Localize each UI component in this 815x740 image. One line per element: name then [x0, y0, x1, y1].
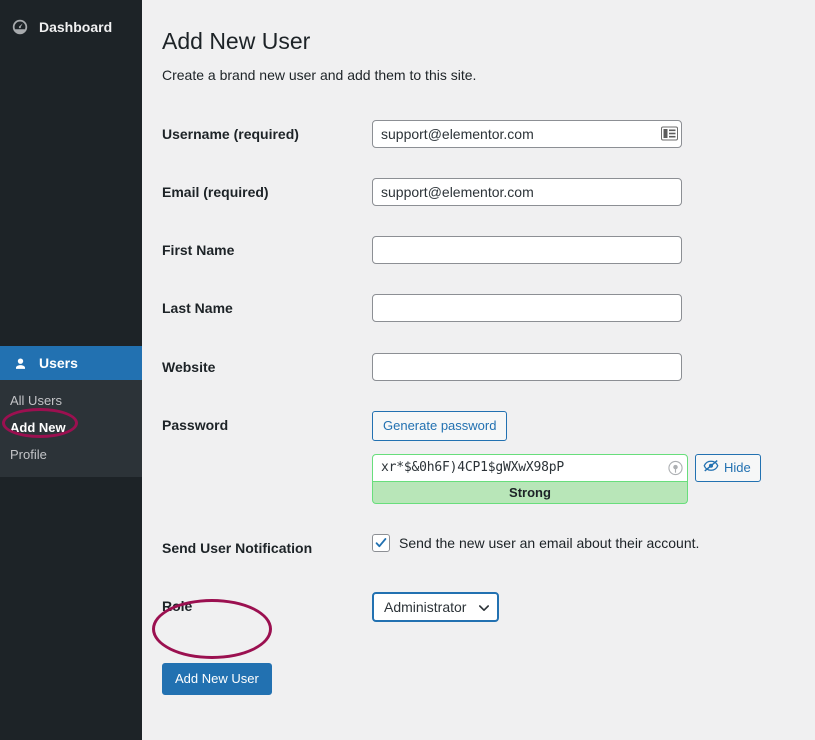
send-notification-checkbox[interactable]	[372, 533, 390, 552]
role-select[interactable]: Administrator	[372, 591, 499, 622]
sidebar-item-dashboard[interactable]: Dashboard	[0, 12, 142, 42]
admin-sidebar: Dashboard Users All Users Add New Profil…	[0, 0, 142, 740]
submenu-item-add-new[interactable]: Add New	[0, 414, 142, 441]
sidebar-item-users-label: Users	[39, 355, 78, 371]
role-label: Role	[162, 597, 193, 614]
password-label: Password	[162, 416, 229, 433]
form-row-password: Password Generate password xr*$&0h6F)4CP…	[162, 396, 795, 519]
form-row-last-name: Last Name	[162, 279, 795, 337]
password-strength-meter: Strong	[372, 481, 688, 504]
form-row-website: Website	[162, 338, 795, 396]
add-new-user-button[interactable]: Add New User	[162, 662, 272, 695]
password-field-group: Strong	[372, 453, 688, 504]
notification-label: Send User Notification	[162, 539, 313, 556]
hide-password-button[interactable]: Hide	[695, 453, 761, 482]
username-label: Username (required)	[162, 125, 299, 142]
users-icon	[10, 353, 30, 373]
submenu-item-profile[interactable]: Profile	[0, 441, 142, 468]
last-name-label: Last Name	[162, 300, 233, 317]
password-input[interactable]	[372, 453, 688, 482]
username-input[interactable]	[372, 119, 682, 148]
sidebar-item-dashboard-label: Dashboard	[39, 19, 113, 35]
page-title: Add New User	[162, 28, 311, 54]
add-user-form: Username (required) support@elementor.co…	[162, 105, 795, 637]
submit-area: Add New User	[162, 662, 795, 695]
form-row-email: Email (required)	[162, 163, 795, 221]
email-label: Email (required)	[162, 184, 269, 201]
wordpress-admin-screen: Dashboard Users All Users Add New Profil…	[0, 0, 815, 740]
username-input-wrap	[372, 119, 682, 148]
form-row-role: Role Administrator	[162, 577, 795, 637]
form-row-first-name: First Name	[162, 221, 795, 279]
sidebar-item-users[interactable]: Users	[0, 346, 142, 380]
users-submenu: All Users Add New Profile	[0, 380, 142, 477]
password-row: Strong Hide	[372, 453, 785, 504]
form-row-username: Username (required)	[162, 105, 795, 163]
main-content: Add New User Create a brand new user and…	[142, 0, 815, 740]
first-name-input[interactable]	[372, 236, 682, 265]
hide-password-label: Hide	[724, 460, 751, 476]
last-name-input[interactable]	[372, 294, 682, 323]
notification-checkbox-row: Send the new user an email about their a…	[372, 533, 785, 552]
password-input-wrap	[372, 453, 688, 482]
form-row-notification: Send User Notification Send the new user…	[162, 519, 795, 577]
sidebar-top-menu: Dashboard	[0, 0, 142, 42]
email-input[interactable]	[372, 178, 682, 207]
website-input[interactable]	[372, 352, 682, 381]
autofill-card-icon[interactable]	[660, 126, 678, 141]
send-notification-checkbox-label: Send the new user an email about their a…	[399, 534, 700, 551]
reveal-password-icon[interactable]	[668, 460, 683, 475]
submenu-item-all-users[interactable]: All Users	[0, 387, 142, 414]
dashboard-icon	[10, 17, 30, 37]
page-description: Create a brand new user and add them to …	[162, 66, 477, 83]
website-label: Website	[162, 358, 216, 375]
generate-password-button[interactable]: Generate password	[372, 410, 508, 441]
first-name-label: First Name	[162, 242, 235, 259]
eye-slash-icon	[703, 459, 719, 476]
role-select-wrap: Administrator	[372, 591, 499, 622]
